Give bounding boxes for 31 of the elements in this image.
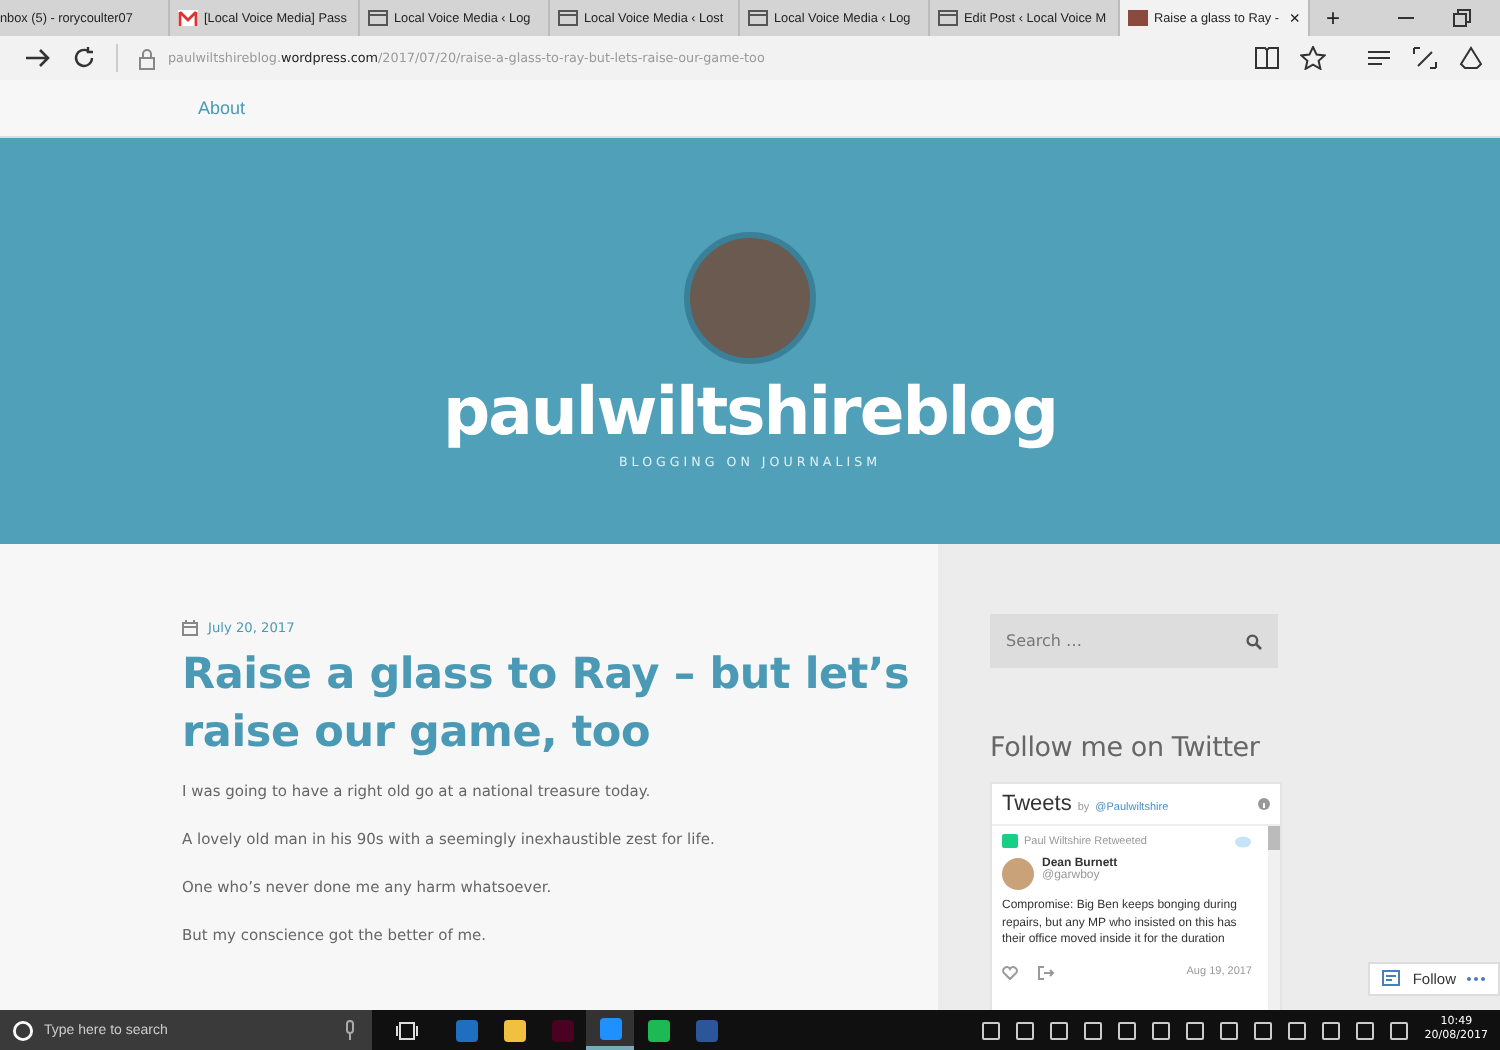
- widget-heading: Follow me on Twitter: [990, 732, 1262, 764]
- restore-icon[interactable]: [1452, 8, 1472, 28]
- calendar-icon: [182, 620, 198, 636]
- lock-icon: [138, 47, 156, 69]
- close-tab-button[interactable]: ×: [1289, 8, 1300, 28]
- page-icon: [558, 10, 578, 26]
- info-icon[interactable]: [1258, 798, 1270, 810]
- retweet-icon: [1002, 834, 1018, 848]
- mail-icon: [178, 10, 198, 26]
- task-view-icon[interactable]: [396, 1021, 418, 1039]
- search-field[interactable]: Search …: [990, 614, 1278, 668]
- more-icon: [1466, 976, 1486, 982]
- search-icon[interactable]: [1246, 634, 1262, 650]
- heart-icon[interactable]: [1002, 965, 1018, 979]
- refresh-icon[interactable]: [72, 46, 96, 70]
- follow-icon: [1382, 970, 1403, 988]
- scrollbar[interactable]: [1268, 826, 1280, 1010]
- avatar-placeholder: [1002, 858, 1034, 890]
- page-icon: [368, 10, 388, 26]
- photo-placeholder: [1128, 10, 1148, 26]
- widget-title: Tweets: [1002, 792, 1072, 816]
- book-icon[interactable]: [1254, 46, 1280, 70]
- hub-icon[interactable]: [1366, 46, 1392, 70]
- forward-icon[interactable]: [24, 46, 52, 70]
- page-icon: [748, 10, 768, 26]
- microphone-icon[interactable]: [344, 1020, 356, 1040]
- page-icon: [938, 10, 958, 26]
- star-icon[interactable]: [1300, 46, 1326, 70]
- taskbar-app-icon[interactable]: [586, 1010, 634, 1050]
- circle-icon[interactable]: [12, 1019, 34, 1041]
- new-tab-button[interactable]: +: [1310, 0, 1357, 36]
